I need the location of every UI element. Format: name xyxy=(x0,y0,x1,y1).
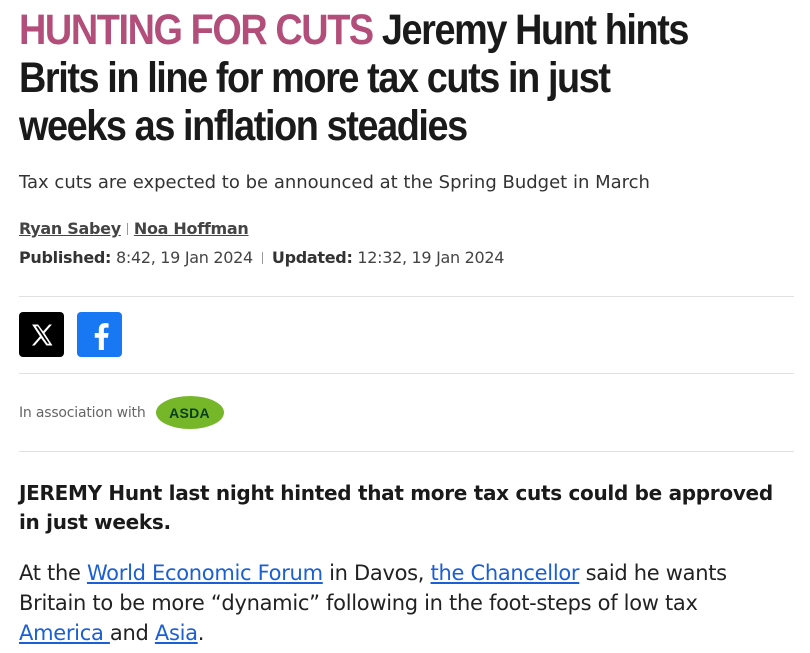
x-logo-icon xyxy=(31,324,52,345)
link-world-economic-forum[interactable]: World Economic Forum xyxy=(87,561,323,585)
updated-date: 12:32, 19 Jan 2024 xyxy=(357,248,505,267)
asda-logo-text: ASDA xyxy=(169,404,210,421)
link-asia[interactable]: Asia xyxy=(155,621,198,645)
article-headline: HUNTING FOR CUTS Jeremy Hunt hints Brits… xyxy=(19,6,705,150)
text-run: and xyxy=(109,621,155,645)
divider xyxy=(19,296,794,297)
article-dates: Published: 8:42, 19 Jan 2024 Updated: 12:… xyxy=(19,248,504,267)
body-paragraph: At the World Economic Forum in Davos, th… xyxy=(19,558,749,648)
divider xyxy=(19,451,794,452)
lead-paragraph: JEREMY Hunt last night hinted that more … xyxy=(19,481,773,534)
byline-divider xyxy=(126,223,128,235)
facebook-logo-icon xyxy=(94,322,109,350)
author-link-1[interactable]: Ryan Sabey xyxy=(19,219,121,238)
published-label: Published: xyxy=(19,248,112,267)
share-facebook-button[interactable] xyxy=(77,312,122,357)
association-block: In association with ASDA xyxy=(19,396,224,429)
updated-label: Updated: xyxy=(271,248,353,267)
text-run: . xyxy=(197,621,205,645)
association-label: In association with xyxy=(19,404,146,421)
article-page: HUNTING FOR CUTS Jeremy Hunt hints Brits… xyxy=(0,0,810,653)
share-bar xyxy=(19,312,122,357)
link-america[interactable]: America xyxy=(19,621,110,645)
author-link-2[interactable]: Noa Hoffman xyxy=(134,219,249,238)
standfirst: Tax cuts are expected to be announced at… xyxy=(19,172,650,193)
text-run: At the xyxy=(19,561,87,585)
divider xyxy=(19,373,794,374)
asda-logo[interactable]: ASDA xyxy=(155,396,224,429)
headline-kicker: HUNTING FOR CUTS xyxy=(19,6,374,54)
link-the-chancellor[interactable]: the Chancellor xyxy=(431,561,580,585)
date-divider xyxy=(261,252,263,264)
published-date: 8:42, 19 Jan 2024 xyxy=(115,248,253,267)
share-x-button[interactable] xyxy=(19,312,64,357)
text-run: in Davos, xyxy=(322,561,431,585)
byline: Ryan Sabey Noa Hoffman xyxy=(19,219,249,238)
